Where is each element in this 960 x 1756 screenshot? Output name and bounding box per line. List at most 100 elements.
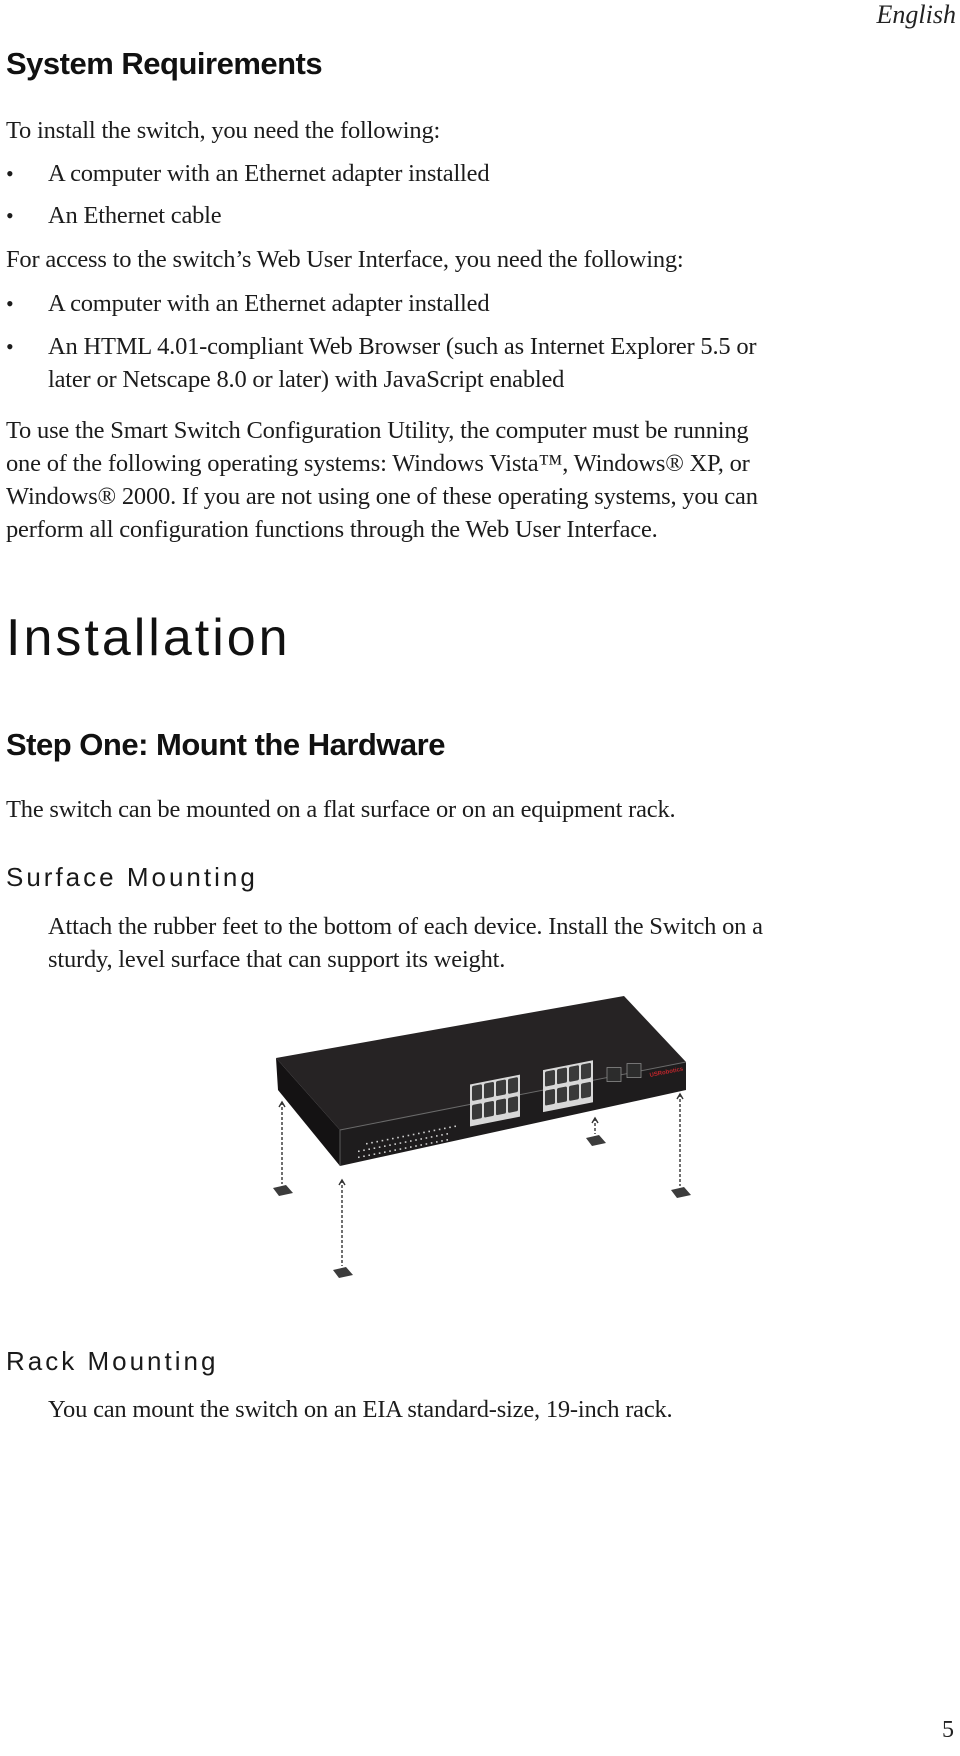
led	[420, 1144, 422, 1146]
rj45-port	[557, 1067, 567, 1085]
rj45-port	[484, 1101, 494, 1118]
rubber-foot	[671, 1092, 691, 1198]
rj45-port	[496, 1079, 506, 1097]
led	[399, 1148, 402, 1150]
led	[441, 1134, 443, 1136]
foot-pad	[586, 1135, 606, 1146]
list-item-text: A computer with an Ethernet adapter inst…	[48, 160, 490, 187]
led	[412, 1133, 415, 1136]
rack-mounting-heading: Rack Mounting	[6, 1346, 219, 1376]
led	[436, 1135, 438, 1137]
led	[425, 1143, 428, 1145]
led	[386, 1138, 389, 1141]
installation-heading: Installation	[6, 609, 291, 667]
rj45-port	[569, 1084, 579, 1101]
system-requirements-heading: System Requirements	[6, 46, 323, 81]
paragraph-line: To use the Smart Switch Configuration Ut…	[6, 417, 749, 444]
led	[441, 1140, 443, 1142]
led	[423, 1131, 425, 1134]
rj45-port	[508, 1077, 518, 1094]
led	[410, 1140, 412, 1142]
list-item-text: An Ethernet cable	[48, 202, 222, 229]
led	[420, 1138, 422, 1140]
surface-mounting-heading: Surface Mounting	[6, 862, 258, 892]
led	[366, 1142, 368, 1145]
rj45-port	[581, 1062, 591, 1080]
rj45-port	[472, 1103, 482, 1120]
led	[430, 1142, 433, 1144]
foot-pad	[671, 1187, 691, 1198]
led	[389, 1150, 391, 1152]
led	[384, 1151, 386, 1153]
rubber-foot	[333, 1178, 353, 1278]
rubber-foot	[273, 1100, 293, 1196]
led	[418, 1132, 420, 1135]
rj45-port	[545, 1089, 555, 1106]
led	[454, 1125, 456, 1128]
led	[438, 1128, 441, 1131]
sfp-port	[626, 1063, 642, 1078]
rj45-port	[557, 1086, 567, 1104]
rj45-port	[545, 1070, 555, 1087]
paragraph-line: sturdy, level surface that can support i…	[48, 946, 506, 973]
led	[373, 1147, 376, 1149]
led	[399, 1142, 402, 1144]
step-one-intro: The switch can be mounted on a flat surf…	[6, 796, 676, 823]
surface-mounting-text: Attach the rubber feet to the bottom of …	[48, 910, 763, 976]
led	[384, 1145, 386, 1147]
led	[363, 1149, 365, 1152]
led	[394, 1149, 396, 1151]
led	[397, 1136, 399, 1139]
led	[436, 1141, 438, 1143]
led	[392, 1137, 394, 1140]
sfp-port	[606, 1067, 622, 1082]
led	[407, 1134, 410, 1137]
list-item-text-line-2: later or Netscape 8.0 or later) with Jav…	[48, 366, 565, 393]
led	[433, 1129, 436, 1132]
led	[368, 1154, 370, 1157]
rj45-port	[569, 1065, 579, 1082]
rj45-port	[581, 1081, 591, 1099]
led	[415, 1139, 417, 1141]
led	[425, 1137, 428, 1139]
led	[378, 1152, 381, 1154]
led	[381, 1139, 384, 1142]
led	[376, 1140, 378, 1143]
install-intro: To install the switch, you need the foll…	[6, 117, 441, 144]
led	[368, 1148, 370, 1151]
rj45-port	[472, 1084, 482, 1101]
bullet-icon: •	[6, 161, 14, 186]
bullet-icon: •	[6, 203, 14, 228]
web-intro: For access to the switch’s Web User Inte…	[6, 246, 684, 273]
led	[428, 1130, 430, 1133]
led	[430, 1136, 433, 1138]
bullet-icon: •	[6, 291, 14, 316]
switch-illustration: USRobotics	[273, 996, 691, 1278]
led	[404, 1141, 407, 1143]
paragraph-line: perform all configuration functions thro…	[6, 516, 658, 543]
led	[378, 1146, 381, 1148]
language-label: English	[876, 0, 956, 29]
led	[394, 1143, 396, 1145]
page-number: 5	[942, 1717, 954, 1743]
step-one-heading: Step One: Mount the Hardware	[6, 727, 445, 762]
led	[373, 1153, 376, 1155]
led	[415, 1145, 417, 1147]
foot-pad	[333, 1267, 353, 1278]
list-item-text: A computer with an Ethernet adapter inst…	[48, 290, 490, 317]
list-item: • An HTML 4.01-compliant Web Browser (su…	[0, 330, 960, 400]
list-item-text-line-1: An HTML 4.01-compliant Web Browser (such…	[48, 333, 757, 360]
rack-mounting-text: You can mount the switch on an EIA stand…	[48, 1396, 673, 1423]
led	[358, 1156, 360, 1159]
paragraph-line: Attach the rubber feet to the bottom of …	[48, 913, 763, 940]
led	[410, 1146, 412, 1148]
led	[446, 1139, 448, 1141]
led	[371, 1141, 373, 1144]
led	[389, 1144, 391, 1146]
paragraph-line: one of the following operating systems: …	[6, 450, 750, 477]
led	[363, 1155, 365, 1158]
rj45-port	[508, 1096, 518, 1113]
led	[402, 1135, 404, 1138]
switch-chassis	[276, 996, 687, 1166]
led	[444, 1127, 446, 1130]
